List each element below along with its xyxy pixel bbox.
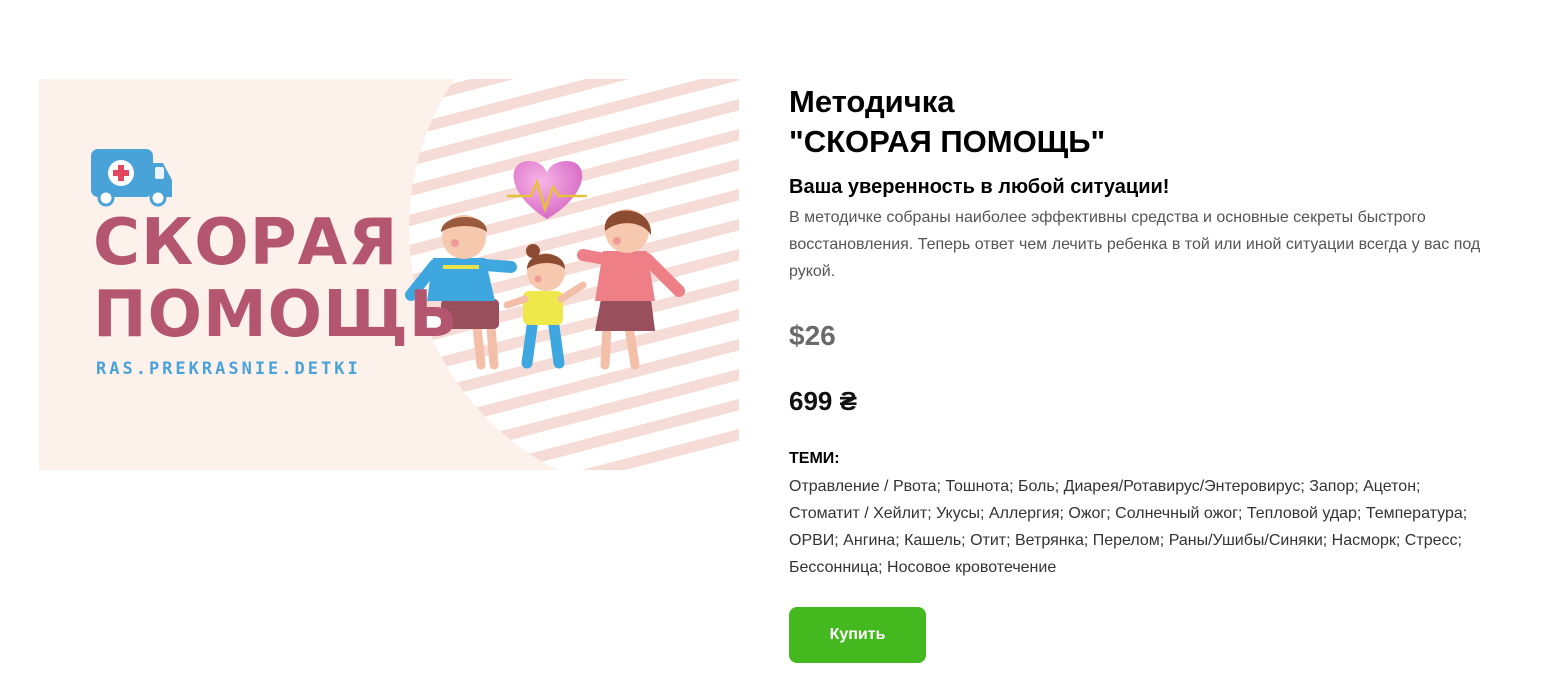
price-uah: 699 ₴ [789,386,857,416]
ambulance-icon [91,149,172,207]
price-usd: $26 [789,320,836,351]
buy-button[interactable]: Купить [789,607,926,663]
product-description: В методичке собраны наиболее эффективны … [789,209,1481,280]
banner-brand-url: RAS.PREKRASNIE.DETKI [96,359,361,379]
product-subtitle: Ваша уверенность в любой ситуации! [789,176,1170,198]
product-image-banner: СКОРАЯ ПОМОЩЬ RAS.PREKRASNIE.DETKI [39,79,739,470]
banner-brand-title: СКОРАЯ ПОМОЩЬ [93,206,459,352]
product-info: Методичка "СКОРАЯ ПОМОЩЬ" Ваша увереннос… [789,82,1509,285]
product-title: Методичка "СКОРАЯ ПОМОЩЬ" [789,84,1106,159]
topics-list: Отравление / Рвота; Тошнота; Боль; Диаре… [789,478,1468,576]
topics-heading: ТЕМИ: [789,450,840,467]
